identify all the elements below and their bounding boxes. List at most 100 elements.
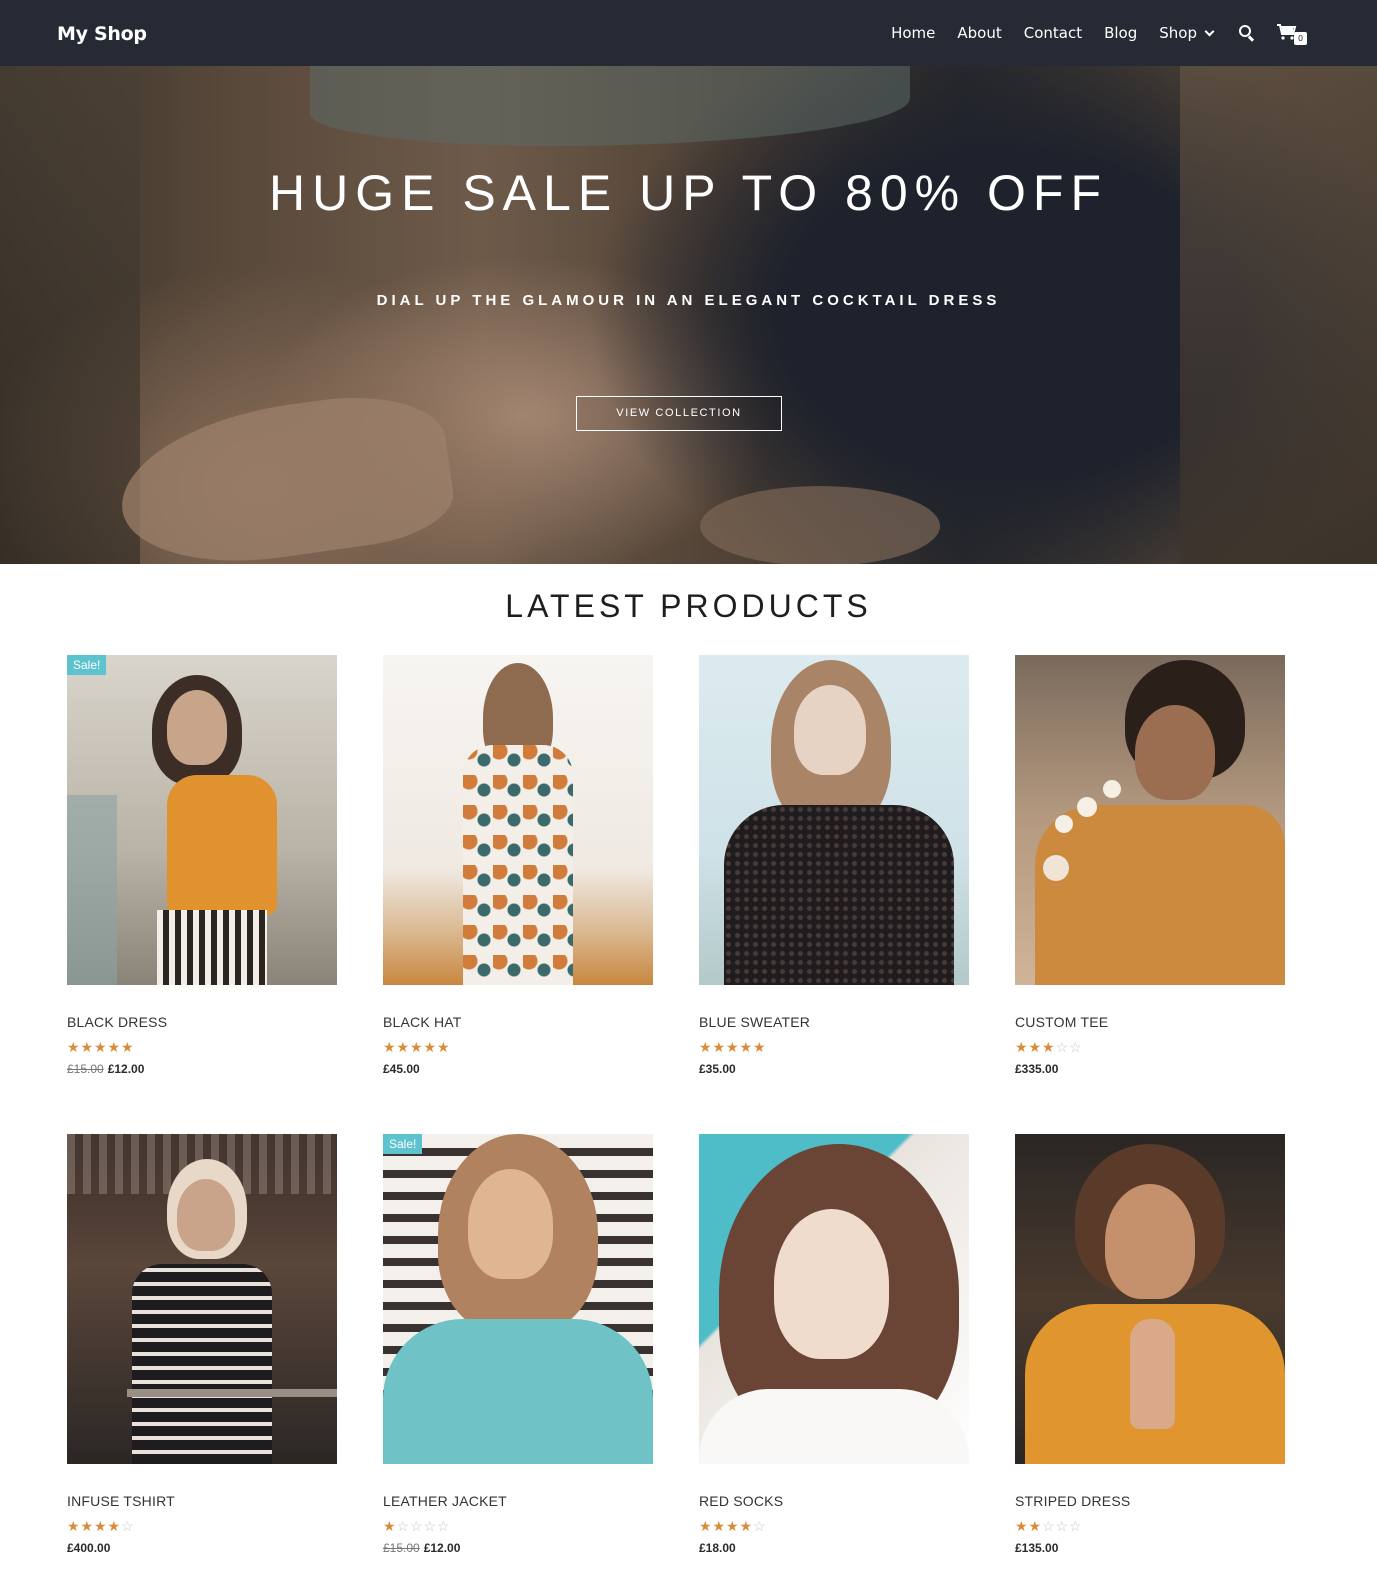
- sale-badge: Sale!: [383, 1134, 423, 1154]
- chevron-down-icon: [1204, 26, 1215, 36]
- sale-badge: Sale!: [67, 655, 107, 675]
- product-name[interactable]: BLUE SWEATER: [699, 1014, 969, 1030]
- product-image[interactable]: [1015, 655, 1285, 985]
- star-icon: ★: [712, 1518, 726, 1534]
- star-empty-icon: ☆: [121, 1518, 134, 1534]
- current-price: £18.00: [699, 1541, 736, 1555]
- star-icon: ★: [80, 1518, 94, 1534]
- current-price: £335.00: [1015, 1062, 1059, 1076]
- star-icon: ★: [739, 1039, 753, 1055]
- star-rating: ★ ★ ★ ★ ☆: [699, 1519, 969, 1533]
- star-icon: ★: [1028, 1039, 1042, 1055]
- cart-icon[interactable]: 0: [1277, 23, 1307, 45]
- product-price: £35.00: [699, 1062, 969, 1076]
- current-price: £35.00: [699, 1062, 736, 1076]
- product-name[interactable]: RED SOCKS: [699, 1493, 969, 1509]
- product-card: BLUE SWEATER ★ ★ ★ ★ ★ £35.00: [699, 655, 969, 1076]
- star-empty-icon: ☆: [423, 1518, 437, 1534]
- product-price: £18.00: [699, 1541, 969, 1555]
- nav-shop[interactable]: Shop: [1159, 24, 1215, 42]
- star-empty-icon: ☆: [1069, 1039, 1082, 1055]
- product-image[interactable]: [67, 1134, 337, 1464]
- star-icon: ★: [753, 1039, 766, 1055]
- hero-title: HUGE SALE UP TO 80% OFF: [268, 165, 1108, 221]
- product-price: £400.00: [67, 1541, 337, 1555]
- current-price: £135.00: [1015, 1541, 1059, 1555]
- site-logo[interactable]: My Shop: [57, 23, 147, 45]
- site-header: My Shop Home About Contact Blog Shop 0: [0, 0, 1377, 66]
- star-icon: ★: [383, 1518, 396, 1534]
- old-price: £15.00: [383, 1541, 420, 1555]
- product-image[interactable]: [383, 655, 653, 985]
- search-icon[interactable]: [1239, 25, 1255, 42]
- star-icon: ★: [712, 1039, 726, 1055]
- star-icon: ★: [1015, 1039, 1028, 1055]
- star-rating: ★ ☆ ☆ ☆ ☆: [383, 1519, 653, 1533]
- nav-shop-label: Shop: [1159, 24, 1197, 42]
- star-icon: ★: [80, 1039, 94, 1055]
- star-icon: ★: [699, 1518, 712, 1534]
- star-icon: ★: [383, 1039, 396, 1055]
- hero-subtitle: DIAL UP THE GLAMOUR IN AN ELEGANT COCKTA…: [376, 292, 1001, 309]
- star-empty-icon: ☆: [1055, 1518, 1069, 1534]
- nav-blog[interactable]: Blog: [1104, 24, 1137, 42]
- product-card: CUSTOM TEE ★ ★ ★ ☆ ☆ £335.00: [1015, 655, 1285, 1076]
- old-price: £15.00: [67, 1062, 104, 1076]
- product-name[interactable]: LEATHER JACKET: [383, 1493, 653, 1509]
- product-price: £135.00: [1015, 1541, 1285, 1555]
- star-icon: ★: [739, 1518, 753, 1534]
- star-icon: ★: [726, 1039, 739, 1055]
- nav-about[interactable]: About: [957, 24, 1001, 42]
- star-empty-icon: ☆: [410, 1518, 423, 1534]
- star-icon: ★: [94, 1518, 107, 1534]
- star-rating: ★ ★ ★ ★ ★: [383, 1040, 653, 1054]
- star-icon: ★: [107, 1039, 121, 1055]
- product-image[interactable]: [699, 655, 969, 985]
- cart-count-badge: 0: [1294, 32, 1307, 45]
- star-icon: ★: [1015, 1518, 1028, 1534]
- product-price: £15.00 £12.00: [67, 1062, 337, 1076]
- star-icon: ★: [726, 1518, 739, 1534]
- current-price: £400.00: [67, 1541, 111, 1555]
- product-price: £335.00: [1015, 1062, 1285, 1076]
- section-title: LATEST PRODUCTS: [505, 588, 872, 624]
- star-icon: ★: [437, 1039, 450, 1055]
- product-name[interactable]: CUSTOM TEE: [1015, 1014, 1285, 1030]
- star-icon: ★: [94, 1039, 107, 1055]
- main-nav: Home About Contact Blog Shop 0: [869, 0, 1307, 66]
- current-price: £12.00: [423, 1541, 461, 1555]
- product-name[interactable]: INFUSE TSHIRT: [67, 1493, 337, 1509]
- star-empty-icon: ☆: [753, 1518, 766, 1534]
- product-name[interactable]: BLACK HAT: [383, 1014, 653, 1030]
- product-card: RED SOCKS ★ ★ ★ ★ ☆ £18.00: [699, 1134, 969, 1555]
- star-empty-icon: ☆: [1069, 1518, 1082, 1534]
- star-icon: ★: [1042, 1039, 1055, 1055]
- star-empty-icon: ☆: [1042, 1518, 1055, 1534]
- product-name[interactable]: STRIPED DRESS: [1015, 1493, 1285, 1509]
- product-price: £15.00 £12.00: [383, 1541, 653, 1555]
- product-image[interactable]: Sale!: [383, 1134, 653, 1464]
- product-card: STRIPED DRESS ★ ★ ☆ ☆ ☆ £135.00: [1015, 1134, 1285, 1555]
- current-price: £12.00: [107, 1062, 145, 1076]
- product-price: £45.00: [383, 1062, 653, 1076]
- product-image[interactable]: [699, 1134, 969, 1464]
- star-icon: ★: [1028, 1518, 1042, 1534]
- star-icon: ★: [67, 1039, 80, 1055]
- star-icon: ★: [410, 1039, 423, 1055]
- star-icon: ★: [396, 1039, 410, 1055]
- nav-home[interactable]: Home: [891, 24, 935, 42]
- product-card: Sale! BLACK DRESS ★ ★ ★ ★ ★ £15.00 £12.00: [67, 655, 337, 1076]
- product-image[interactable]: Sale!: [67, 655, 337, 985]
- star-rating: ★ ★ ☆ ☆ ☆: [1015, 1519, 1285, 1533]
- star-empty-icon: ☆: [1055, 1039, 1069, 1055]
- star-icon: ★: [423, 1039, 437, 1055]
- star-rating: ★ ★ ★ ★ ★: [67, 1040, 337, 1054]
- view-collection-button[interactable]: VIEW COLLECTION: [576, 396, 782, 431]
- nav-contact[interactable]: Contact: [1024, 24, 1082, 42]
- product-name[interactable]: BLACK DRESS: [67, 1014, 337, 1030]
- product-image[interactable]: [1015, 1134, 1285, 1464]
- product-card: BLACK HAT ★ ★ ★ ★ ★ £45.00: [383, 655, 653, 1076]
- star-empty-icon: ☆: [437, 1518, 450, 1534]
- star-empty-icon: ☆: [396, 1518, 410, 1534]
- current-price: £45.00: [383, 1062, 420, 1076]
